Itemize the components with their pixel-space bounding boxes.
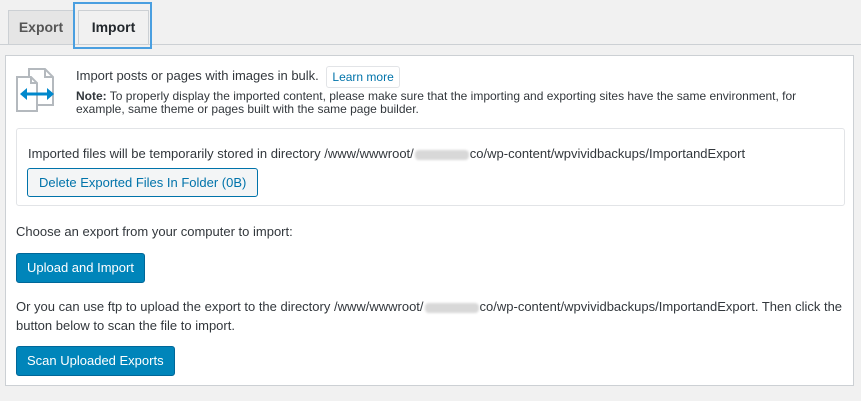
redacted-domain-ftp <box>424 302 479 313</box>
import-panel: Import posts or pages with images in bul… <box>5 55 854 386</box>
ftp-instructions: Or you can use ftp to upload the export … <box>16 297 846 335</box>
tab-import[interactable]: Import <box>78 10 149 45</box>
directory-text: Imported files will be temporarily store… <box>28 146 745 161</box>
note-body: To properly display the imported content… <box>76 89 797 116</box>
tab-bar-divider <box>0 44 861 45</box>
tab-bar: Export Import <box>0 0 861 49</box>
upload-prompt: Choose an export from your computer to i… <box>16 224 293 239</box>
directory-text-after: co/wp-content/wpvividbackups/ImportandEx… <box>469 146 746 161</box>
intro-section: Import posts or pages with images in bul… <box>76 66 836 116</box>
redacted-domain <box>414 149 469 160</box>
delete-exported-files-button[interactable]: Delete Exported Files In Folder (0B) <box>27 168 259 197</box>
directory-box: Imported files will be temporarily store… <box>16 128 845 206</box>
ftp-text-before: Or you can use ftp to upload the export … <box>16 299 424 314</box>
tab-export[interactable]: Export <box>8 10 74 44</box>
intro-text: Import posts or pages with images in bul… <box>76 68 319 83</box>
scan-uploaded-exports-button[interactable]: Scan Uploaded Exports <box>16 346 175 376</box>
directory-text-before: Imported files will be temporarily store… <box>28 146 414 161</box>
note-text: Note: To properly display the imported c… <box>76 90 836 116</box>
import-file-icon <box>16 68 54 112</box>
upload-and-import-button[interactable]: Upload and Import <box>16 253 145 283</box>
learn-more-link[interactable]: Learn more <box>326 66 400 88</box>
note-label: Note: <box>76 89 107 103</box>
